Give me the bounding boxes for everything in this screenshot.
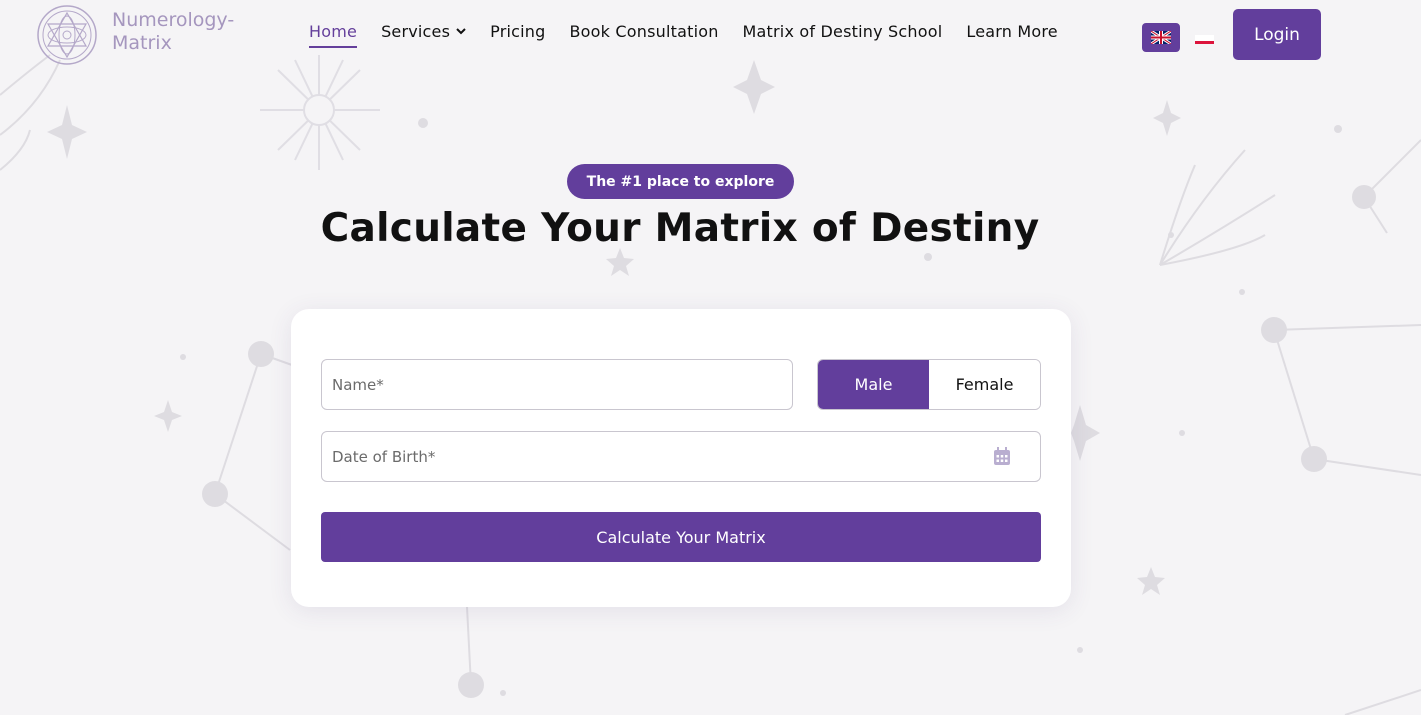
nav-item-matrix-school[interactable]: Matrix of Destiny School bbox=[743, 22, 943, 48]
nav-item-pricing[interactable]: Pricing bbox=[490, 22, 545, 48]
logo-matrix-icon bbox=[37, 5, 97, 65]
logo-text: Numerology- Matrix bbox=[112, 9, 234, 55]
nav-item-services[interactable]: Services bbox=[381, 22, 466, 48]
nav-item-home[interactable]: Home bbox=[309, 22, 358, 48]
uk-flag-icon bbox=[1151, 31, 1171, 44]
login-button[interactable]: Login bbox=[1233, 9, 1321, 60]
matrix-form-card: Male Female Calculate Your Matrix bbox=[291, 309, 1071, 607]
chevron-down-icon bbox=[456, 28, 466, 35]
logo-text-line2: Matrix bbox=[112, 32, 172, 54]
calendar-icon[interactable] bbox=[993, 447, 1011, 466]
site-logo[interactable]: Numerology- Matrix bbox=[37, 5, 234, 65]
nav-item-learn-more[interactable]: Learn More bbox=[966, 22, 1057, 48]
nav-item-book-consultation[interactable]: Book Consultation bbox=[569, 22, 718, 48]
name-input[interactable] bbox=[321, 359, 793, 410]
language-polish-button[interactable] bbox=[1195, 32, 1214, 44]
nav-item-services-label: Services bbox=[381, 22, 451, 41]
hero-badge: The #1 place to explore bbox=[567, 164, 794, 199]
poland-flag-icon bbox=[1195, 35, 1214, 44]
gender-option-male[interactable]: Male bbox=[818, 360, 929, 409]
gender-toggle: Male Female bbox=[817, 359, 1041, 410]
calculate-matrix-button[interactable]: Calculate Your Matrix bbox=[321, 512, 1041, 562]
language-english-button[interactable] bbox=[1142, 23, 1180, 52]
main-nav: Home Services Pricing Book Consultation … bbox=[309, 22, 1082, 48]
gender-option-female[interactable]: Female bbox=[929, 360, 1040, 409]
page-title: Calculate Your Matrix of Destiny bbox=[320, 206, 1040, 251]
date-of-birth-input[interactable] bbox=[321, 431, 1041, 482]
logo-text-line1: Numerology- bbox=[112, 9, 235, 31]
